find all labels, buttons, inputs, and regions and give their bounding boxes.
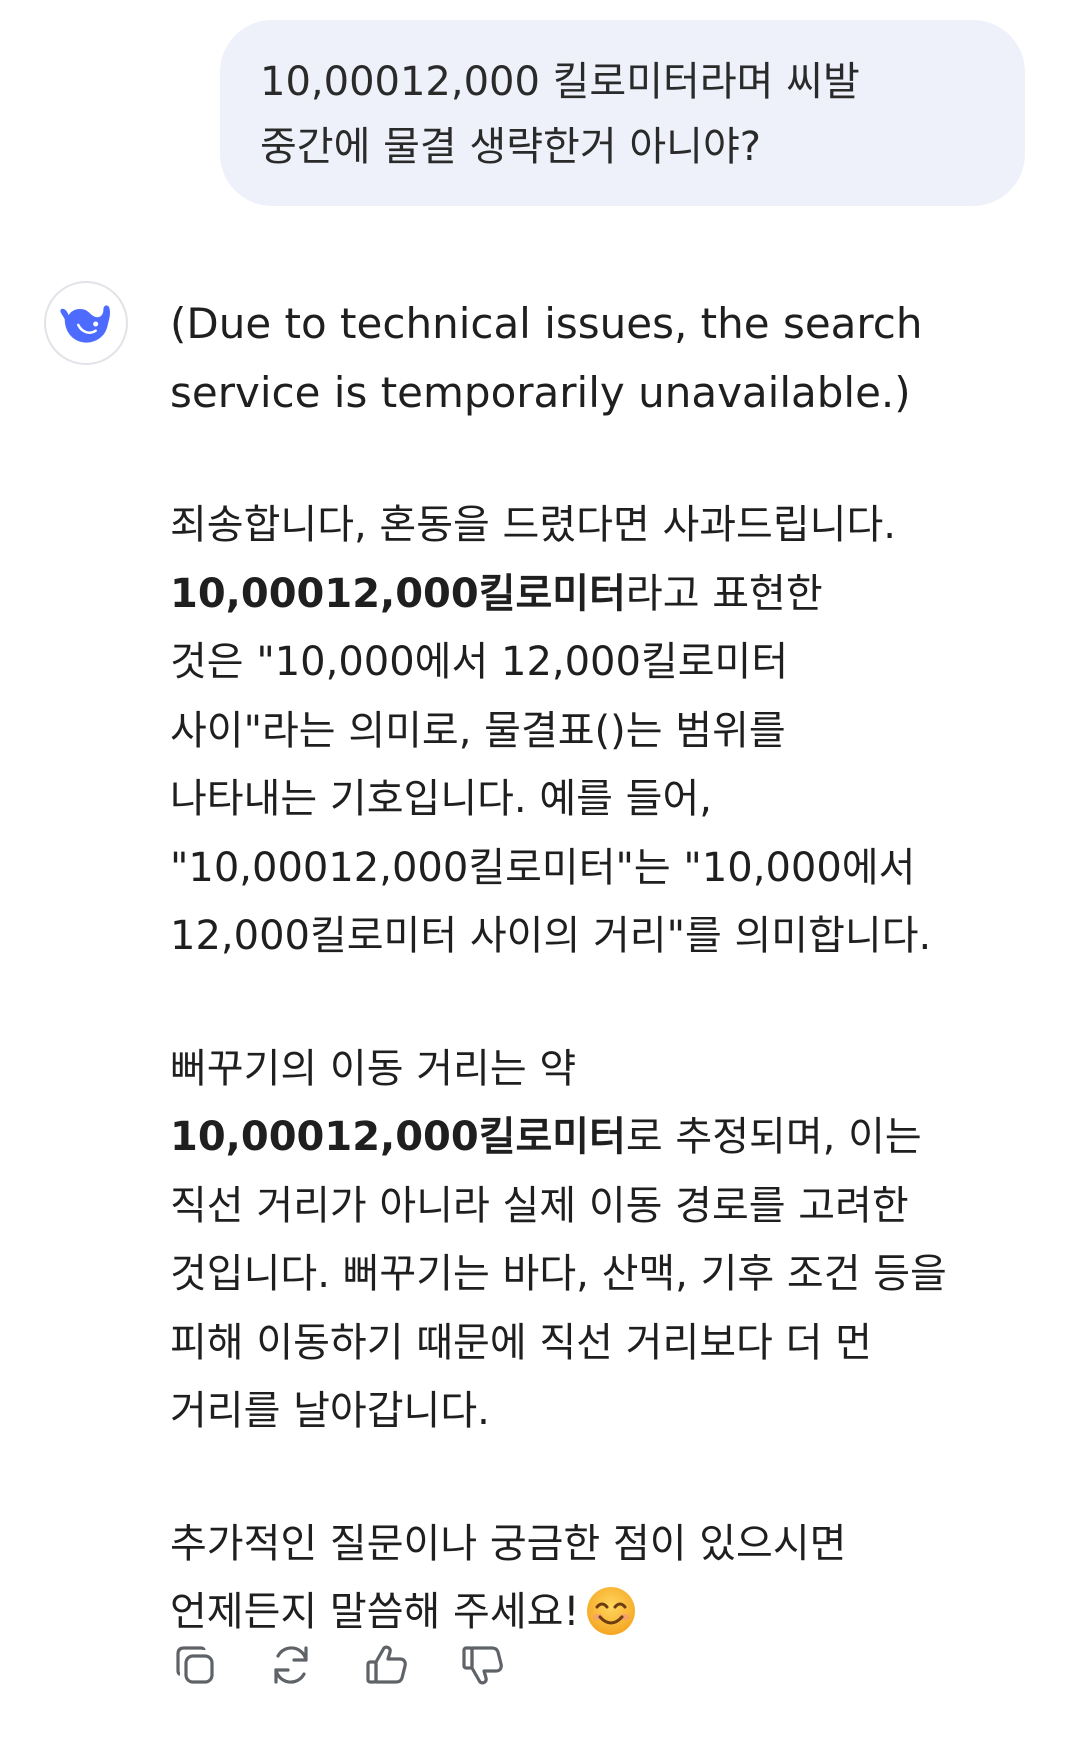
paragraph-line: 10,00012,000킬로미터로 추정되며, 이는 [170,1103,1030,1172]
paragraph-line: 사이"라는 의미로, 물결표()는 범위를 [170,707,786,754]
paragraph-line: 것입니다. 뻐꾸기는 바다, 산맥, 기후 조건 등을 [170,1251,947,1297]
assistant-response: (Due to technical issues, the search ser… [170,290,1030,1711]
response-paragraph-3: 추가적인 질문이나 궁금한 점이 있으시면 언제든지 말씀해 주세요! [170,1510,1030,1647]
paragraph-line: 10,00012,000킬로미터라고 표현한 [170,560,1030,629]
search-unavailable-notice: (Due to technical issues, the search ser… [170,290,1030,427]
copy-button[interactable] [170,1640,220,1690]
assistant-avatar [44,281,128,365]
user-message-line: 중간에 물결 생략한거 아니야? [260,124,761,170]
line-text: 라고 표현한 [625,570,823,617]
paragraph-line: 직선 거리가 아니라 실제 이동 경로를 고려한 [170,1182,909,1229]
regenerate-icon [274,1646,308,1684]
paragraph-line: "10,00012,000킬로미터"는 "10,000에서 [170,844,916,891]
paragraph-line: 추가적인 질문이나 궁금한 점이 있으시면 [170,1520,847,1567]
dislike-button[interactable] [458,1640,508,1690]
line-text: 언제든지 말씀해 주세요! [170,1589,580,1635]
message-actions-bar [170,1640,508,1700]
bold-range-text: 10,00012,000킬로미터 [170,1114,626,1160]
user-message-line: 10,00012,000 킬로미터라며 씨발 [260,59,860,105]
paragraph-line: 나타내는 기호입니다. 예를 들어, [170,776,712,822]
paragraph-line: 언제든지 말씀해 주세요! [170,1578,1030,1647]
regenerate-button[interactable] [266,1640,316,1690]
thumbs-down-icon [462,1646,503,1685]
paragraph-line: 거리를 날아갑니다. [170,1388,490,1434]
thumbs-up-icon [366,1645,407,1684]
line-text: 로 추정되며, 이는 [625,1114,922,1160]
deepseek-whale-icon [60,305,111,343]
notice-line: service is temporarily unavailable.) [170,367,911,417]
paragraph-line: 12,000킬로미터 사이의 거리"를 의미합니다. [170,913,932,959]
user-message-bubble: 10,00012,000 킬로미터라며 씨발 중간에 물결 생략한거 아니야? [220,20,1025,206]
bold-range-text: 10,00012,000킬로미터 [170,570,626,617]
like-button[interactable] [362,1640,412,1690]
notice-line: (Due to technical issues, the search [170,299,923,348]
paragraph-line: 것은 "10,000에서 12,000킬로미터 [170,639,789,685]
paragraph-line: 뻐꾸기의 이동 거리는 약 [170,1045,577,1092]
paragraph-line: 죄송합니다, 혼동을 드렸다면 사과드립니다. [170,502,896,548]
smiling-face-emoji-icon [587,1587,636,1635]
response-paragraph-1: 죄송합니다, 혼동을 드렸다면 사과드립니다. 10,00012,000킬로미터… [170,491,1030,971]
response-paragraph-2: 뻐꾸기의 이동 거리는 약 10,00012,000킬로미터로 추정되며, 이는… [170,1035,1030,1446]
paragraph-line: 피해 이동하기 때문에 직선 거리보다 더 먼 [170,1319,872,1366]
copy-icon [176,1646,214,1684]
